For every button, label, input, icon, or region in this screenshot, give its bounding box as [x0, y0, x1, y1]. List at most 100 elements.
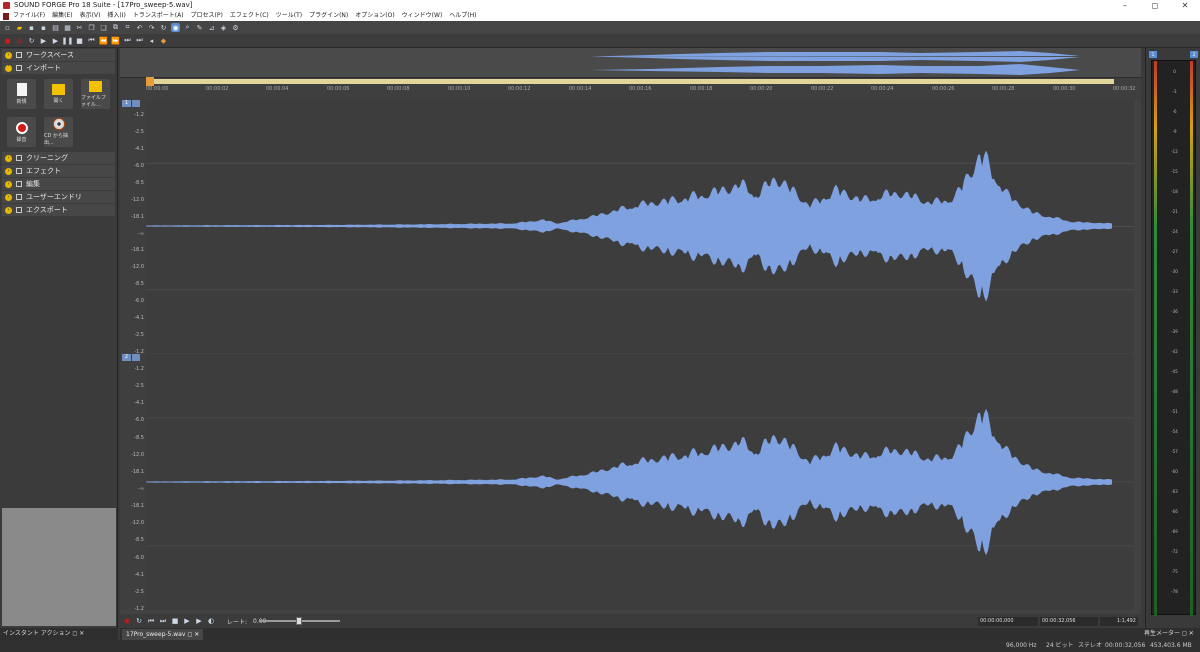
menu-transport[interactable]: トランスポート(A) — [133, 11, 184, 21]
go-end-icon[interactable]: ⏭ — [159, 617, 167, 625]
go-end-icon[interactable]: ⏭ — [123, 36, 132, 45]
user-entry-section[interactable]: › ユーザーエンドリ — [2, 191, 115, 203]
overview-bar[interactable] — [120, 48, 1141, 78]
channel-1-menu[interactable] — [132, 100, 140, 107]
event-tool-icon[interactable]: ◈ — [219, 23, 228, 32]
menu-help[interactable]: ヘルプ(H) — [449, 11, 476, 21]
menu-effects[interactable]: エフェクト(C) — [230, 11, 269, 21]
scrub-icon[interactable]: ◐ — [207, 617, 215, 625]
save-icon[interactable]: ▪ — [27, 23, 36, 32]
cursor-marker[interactable] — [146, 77, 154, 86]
edit-section[interactable]: › 編集 — [2, 178, 115, 190]
play-meter-tab[interactable]: 再生メーター ◻ ✕ — [1141, 628, 1200, 640]
trim-icon[interactable]: ⌗ — [123, 23, 132, 32]
play-icon[interactable]: ▶ — [51, 36, 60, 45]
pencil-tool-icon[interactable]: ✎ — [195, 23, 204, 32]
cd-extract-tile[interactable]: CD から抽出... — [44, 117, 73, 147]
expand-arrow-icon[interactable]: › — [5, 206, 12, 214]
cd-icon — [52, 118, 65, 130]
selection-start-time[interactable]: 00:00:00,000 — [978, 617, 1038, 626]
rate-slider-knob[interactable] — [296, 617, 302, 625]
file-browse-tile[interactable]: ファイルファイル... — [81, 79, 110, 109]
expand-arrow-icon[interactable]: › — [5, 193, 12, 201]
minimize-button[interactable]: – — [1110, 0, 1140, 11]
render-icon[interactable]: ▤ — [51, 23, 60, 32]
play-all-icon[interactable]: ▶ — [195, 617, 203, 625]
next-icon[interactable]: ⏭ — [135, 36, 144, 45]
menu-edit[interactable]: 編集(E) — [52, 11, 72, 21]
forward-icon[interactable]: ⏩ — [111, 36, 120, 45]
file-tab[interactable]: 17Pro_sweep-5.wav ◻ ✕ — [122, 629, 204, 640]
menu-window[interactable]: ウィンドウ(W) — [402, 11, 443, 21]
stop-icon[interactable]: ■ — [75, 36, 84, 45]
menu-view[interactable]: 表示(V) — [80, 11, 101, 21]
zoom-ratio[interactable]: 1:1,492 — [1100, 617, 1138, 626]
channel-2-waveform[interactable] — [146, 354, 1134, 610]
time-ruler[interactable]: 00:00:00 00:00:02 00:00:04 00:00:06 00:0… — [120, 77, 1141, 100]
meter-channel-2[interactable]: 2 — [1190, 51, 1198, 58]
waveform-2-svg — [146, 408, 1134, 556]
tick-label: 00:00:00 — [146, 86, 169, 92]
metronome-icon[interactable]: ◆ — [159, 36, 168, 45]
meter-scale-label: -78 — [1171, 589, 1178, 594]
cleaning-section[interactable]: › クリーニング — [2, 152, 115, 164]
selection-end-time[interactable]: 00:00:32,056 — [1040, 617, 1098, 626]
channel-2-menu[interactable] — [132, 354, 140, 361]
loop-icon[interactable]: ↻ — [27, 36, 36, 45]
redo-icon[interactable]: ↷ — [147, 23, 156, 32]
new-tile[interactable]: 新規 — [7, 79, 36, 109]
record-icon[interactable]: ● — [3, 36, 12, 45]
record-mode-icon[interactable]: ◎ — [15, 36, 24, 45]
open-folder-icon[interactable]: ▰ — [15, 23, 24, 32]
close-button[interactable]: ✕ — [1170, 0, 1200, 11]
expand-arrow-icon[interactable]: › — [5, 51, 12, 59]
tick-label: 00:00:14 — [569, 86, 592, 92]
paste-icon[interactable]: ❏ — [99, 23, 108, 32]
channel-1-waveform[interactable] — [146, 100, 1134, 353]
rewind-icon[interactable]: ⏪ — [99, 36, 108, 45]
menu-file[interactable]: ファイル(F) — [13, 11, 45, 21]
envelope-tool-icon[interactable]: ⊿ — [207, 23, 216, 32]
effects-section[interactable]: › エフェクト — [2, 165, 115, 177]
play-all-icon[interactable]: ▶ — [39, 36, 48, 45]
menu-tools[interactable]: ツール(T) — [276, 11, 302, 21]
collapse-arrow-icon[interactable]: ˅ — [5, 64, 12, 72]
workspace-section[interactable]: › ワークスペース — [2, 49, 115, 61]
edit-tool-icon[interactable]: ◉ — [171, 23, 180, 32]
stop-icon[interactable]: ■ — [171, 617, 179, 625]
menu-process[interactable]: プロセス(P) — [191, 11, 223, 21]
import-section[interactable]: ˅ インポート — [2, 62, 115, 74]
repeat-icon[interactable]: ↻ — [159, 23, 168, 32]
go-start-icon[interactable]: ⏮ — [147, 617, 155, 625]
cut-icon[interactable]: ✂ — [75, 23, 84, 32]
channel-2-number[interactable]: 2 — [122, 354, 131, 361]
pause-icon[interactable]: ❚❚ — [62, 36, 74, 45]
prev-marker-icon[interactable]: ◂ — [147, 36, 156, 45]
save-all-icon[interactable]: ▪ — [39, 23, 48, 32]
copy-icon[interactable]: ❐ — [87, 23, 96, 32]
expand-arrow-icon[interactable]: › — [5, 167, 12, 175]
channel-1-number[interactable]: 1 — [122, 100, 131, 107]
open-tile[interactable]: 開く — [44, 79, 73, 109]
settings-icon[interactable]: ⚙ — [231, 23, 240, 32]
export-section[interactable]: › エクスポート — [2, 204, 115, 216]
instant-action-tab[interactable]: インスタント アクション ◻ ✕ — [0, 628, 118, 640]
menu-options[interactable]: オプション(O) — [355, 11, 394, 21]
rate-slider[interactable] — [260, 617, 340, 625]
properties-icon[interactable]: ▦ — [63, 23, 72, 32]
meter-channel-1[interactable]: 1 — [1149, 51, 1157, 58]
expand-arrow-icon[interactable]: › — [5, 154, 12, 162]
menu-insert[interactable]: 挿入(I) — [107, 11, 125, 21]
undo-icon[interactable]: ↶ — [135, 23, 144, 32]
mix-icon[interactable]: ⧉ — [111, 23, 120, 32]
magnify-tool-icon[interactable]: ⌕ — [183, 23, 192, 32]
go-start-icon[interactable]: ⏮ — [87, 36, 96, 45]
play-icon[interactable]: ▶ — [183, 617, 191, 625]
record-icon[interactable]: ◉ — [123, 617, 131, 625]
expand-arrow-icon[interactable]: › — [5, 180, 12, 188]
new-file-icon[interactable]: ▫ — [3, 23, 12, 32]
record-tile[interactable]: 録音 — [7, 117, 36, 147]
maximize-button[interactable]: ◻ — [1140, 0, 1170, 11]
loop-icon[interactable]: ↻ — [135, 617, 143, 625]
menu-plugins[interactable]: プラグイン(N) — [309, 11, 348, 21]
